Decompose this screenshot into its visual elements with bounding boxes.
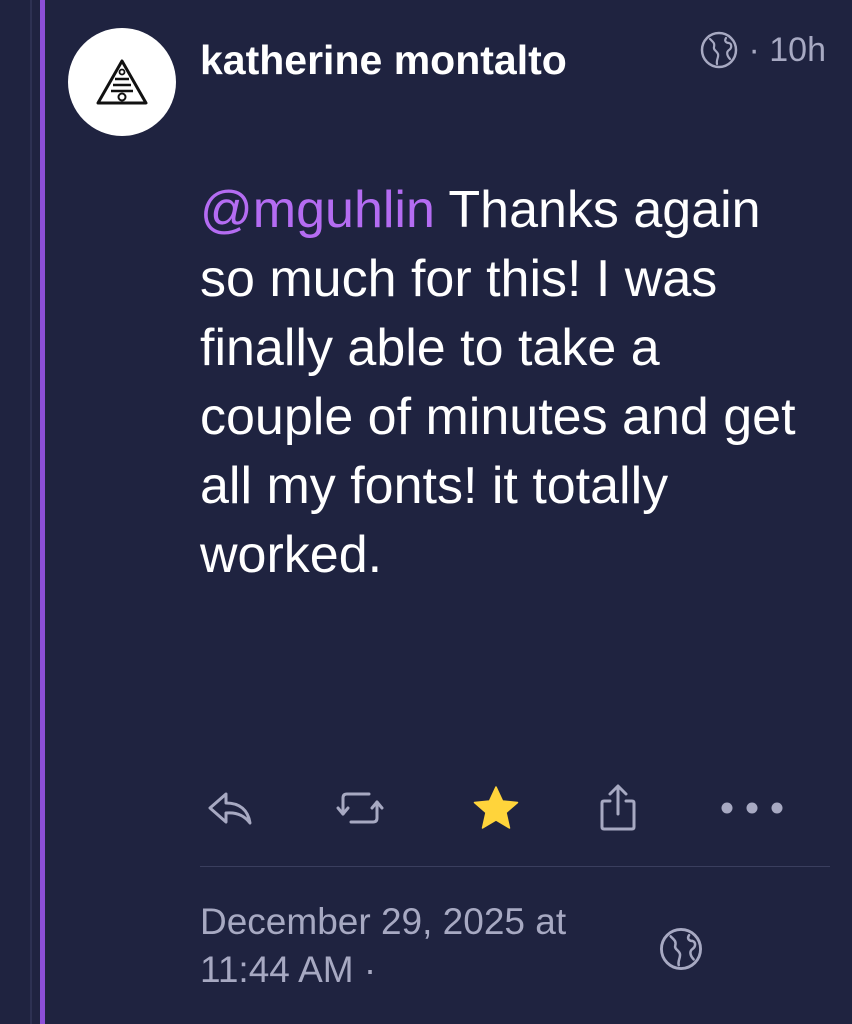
post-meta: · 10h [699,30,827,70]
globe-icon [700,31,737,69]
post-content: @mguhlin Thanks again so much for this! … [200,176,820,590]
time-ago: · 10h [748,30,827,69]
pyramid-logo-icon [96,59,148,105]
boost-button[interactable] [330,778,390,838]
share-button[interactable] [588,778,648,838]
avatar[interactable] [68,28,176,136]
boost-icon [336,792,384,824]
reply-icon [208,792,252,825]
post-detail-screen: katherine montalto · 10h @mguhlin Thanks… [0,0,852,1024]
post-timestamp: December 29, 2025 at 11:44 AM · [200,901,567,990]
share-icon [600,784,636,831]
more-icon [721,802,783,814]
action-bar [200,778,800,842]
star-icon [473,786,519,829]
mention-link[interactable]: @mguhlin [200,181,435,239]
post-body: Thanks again so much for this! I was fin… [200,181,796,584]
thread-line [40,0,45,1024]
favorite-button[interactable] [466,778,526,838]
globe-icon [660,928,702,970]
reply-button[interactable] [200,778,260,838]
thread-guide [30,0,32,1024]
author-name[interactable]: katherine montalto [200,34,620,86]
divider [200,866,830,867]
more-button[interactable] [714,778,790,838]
